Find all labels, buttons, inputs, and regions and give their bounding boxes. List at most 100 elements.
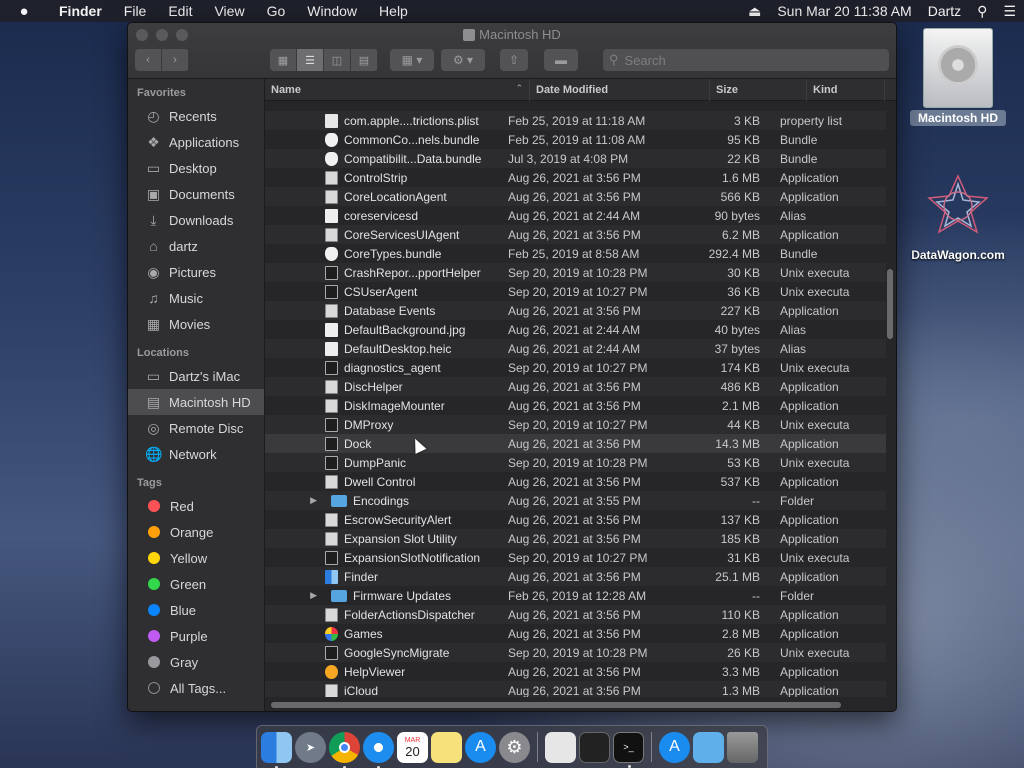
- table-row[interactable]: DefaultDesktop.heic Aug 26, 2021 at 2:44 …: [265, 339, 886, 358]
- dock-system-preferences-icon[interactable]: ⚙: [499, 731, 530, 763]
- notification-center-icon[interactable]: ☰: [995, 3, 1024, 20]
- sidebar-item-dartz[interactable]: ⌂ dartz: [128, 233, 264, 259]
- sidebar-item-all-tags[interactable]: All Tags...: [128, 675, 264, 701]
- column-kind[interactable]: Kind: [807, 78, 885, 101]
- table-row[interactable]: CommonCo...nels.bundle Feb 25, 2019 at 11…: [265, 130, 886, 149]
- dock-activity-monitor-icon[interactable]: [579, 731, 610, 763]
- horizontal-scrollbar[interactable]: [271, 702, 841, 708]
- sidebar-item-music[interactable]: ♫ Music: [128, 285, 264, 311]
- dock-textedit-icon[interactable]: [545, 731, 576, 763]
- icon-view-button[interactable]: ▦: [270, 49, 297, 71]
- table-row[interactable]: DiscHelper Aug 26, 2021 at 3:56 PM 486 KB A…: [265, 377, 886, 396]
- disclosure-triangle-icon[interactable]: ▶: [265, 495, 325, 506]
- window-titlebar[interactable]: Macintosh HD ‹ › ▦ ☰ ◫ ▤ ▦ ▾ ⚙ ▾ ⇧ ▬ ⚲ S…: [128, 23, 896, 79]
- table-row[interactable]: com.apple....trictions.plist Feb 25, 2019…: [265, 111, 886, 130]
- sidebar-item-tag-purple[interactable]: Purple: [128, 623, 264, 649]
- desktop-macintosh-hd[interactable]: Macintosh HD: [910, 28, 1006, 126]
- table-row[interactable]: ExpansionSlotNotification Sep 20, 2019 at…: [265, 548, 886, 567]
- action-button[interactable]: ⚙ ▾: [441, 49, 485, 71]
- table-row[interactable]: iCloud Aug 26, 2021 at 3:56 PM 1.3 MB Appli…: [265, 681, 886, 697]
- table-row[interactable]: CoreServicesUIAgent Aug 26, 2021 at 3:56 …: [265, 225, 886, 244]
- group-by-button[interactable]: ▦ ▾: [390, 49, 434, 71]
- sidebar-item-pictures[interactable]: ◉ Pictures: [128, 259, 264, 285]
- desktop-datawagon[interactable]: DataWagon.com: [902, 168, 1014, 262]
- tags-button[interactable]: ▬: [544, 49, 578, 71]
- dock-terminal-icon[interactable]: >_: [613, 731, 644, 768]
- table-row[interactable]: Games Aug 26, 2021 at 3:56 PM 2.8 MB Applic…: [265, 624, 886, 643]
- dock-safari-icon[interactable]: [363, 731, 394, 768]
- table-row[interactable]: DMProxy Sep 20, 2019 at 10:27 PM 44 KB Unix…: [265, 415, 886, 434]
- menu-file[interactable]: File: [113, 3, 158, 19]
- table-row[interactable]: CoreLocationAgent Aug 26, 2021 at 3:56 PM…: [265, 187, 886, 206]
- sidebar-item-tag-blue[interactable]: Blue: [128, 597, 264, 623]
- dock-app-store-icon[interactable]: A: [465, 731, 496, 763]
- menu-help[interactable]: Help: [368, 3, 419, 19]
- dock-notes-icon[interactable]: [431, 731, 462, 763]
- table-row[interactable]: HelpViewer Aug 26, 2021 at 3:56 PM 3.3 MB A…: [265, 662, 886, 681]
- dock-trash-icon[interactable]: [727, 731, 758, 763]
- sidebar-item-remote-disc[interactable]: ◎ Remote Disc: [128, 415, 264, 441]
- table-row[interactable]: FolderActionsDispatcher Aug 26, 2021 at 3…: [265, 605, 886, 624]
- vertical-scrollbar[interactable]: [887, 269, 893, 339]
- apple-menu-icon[interactable]: ●: [0, 3, 48, 20]
- table-row[interactable]: Expansion Slot Utility Aug 26, 2021 at 3:…: [265, 529, 886, 548]
- column-size[interactable]: Size: [710, 78, 807, 101]
- gallery-view-button[interactable]: ▤: [351, 49, 378, 71]
- table-row[interactable]: DumpPanic Sep 20, 2019 at 10:28 PM 53 KB Un…: [265, 453, 886, 472]
- menu-clock[interactable]: Sun Mar 20 11:38 AM: [769, 3, 919, 19]
- share-button[interactable]: ⇧: [500, 49, 528, 71]
- table-row[interactable]: Compatibilit...Data.bundle Jul 3, 2019 at…: [265, 149, 886, 168]
- table-row[interactable]: ▶ Firmware Updates Feb 26, 2019 at 12:28 A…: [265, 586, 886, 605]
- sidebar-item-documents[interactable]: ▣ Documents: [128, 181, 264, 207]
- menu-edit[interactable]: Edit: [157, 3, 203, 19]
- forward-button[interactable]: ›: [162, 49, 189, 71]
- sidebar-item-movies[interactable]: ▦ Movies: [128, 311, 264, 337]
- menu-window[interactable]: Window: [296, 3, 368, 19]
- dock-downloads-folder-icon[interactable]: [693, 731, 724, 763]
- dock-calendar-icon[interactable]: MAR 20: [397, 731, 428, 763]
- table-row[interactable]: diagnostics_agent Sep 20, 2019 at 10:27 P…: [265, 358, 886, 377]
- table-row[interactable]: CSUserAgent Sep 20, 2019 at 10:27 PM 36 KB…: [265, 282, 886, 301]
- spotlight-icon[interactable]: ⚲: [969, 3, 995, 20]
- sidebar-item-dartz-imac[interactable]: ▭ Dartz's iMac: [128, 363, 264, 389]
- table-row[interactable]: CrashRepor...pportHelper Sep 20, 2019 at …: [265, 263, 886, 282]
- menu-view[interactable]: View: [203, 3, 255, 19]
- table-row[interactable]: GoogleSyncMigrate Sep 20, 2019 at 10:28 P…: [265, 643, 886, 662]
- table-row[interactable]: ControlStrip Aug 26, 2021 at 3:56 PM 1.6 M…: [265, 168, 886, 187]
- table-row[interactable]: Dwell Control Aug 26, 2021 at 3:56 PM 537 …: [265, 472, 886, 491]
- back-button[interactable]: ‹: [135, 49, 162, 71]
- sidebar-item-tag-orange[interactable]: Orange: [128, 519, 264, 545]
- table-row[interactable]: Database Events Aug 26, 2021 at 3:56 PM 22…: [265, 301, 886, 320]
- eject-icon[interactable]: ⏏: [740, 3, 769, 20]
- table-row[interactable]: CoreTypes.bundle Feb 25, 2019 at 8:58 AM 2…: [265, 244, 886, 263]
- column-name[interactable]: Name ˆ: [265, 78, 530, 101]
- sidebar-item-applications[interactable]: ❖ Applications: [128, 129, 264, 155]
- menu-user[interactable]: Dartz: [920, 3, 969, 19]
- table-row-partial[interactable]: [265, 101, 886, 111]
- sidebar-item-network[interactable]: 🌐 Network: [128, 441, 264, 467]
- sidebar-item-recents[interactable]: ◴ Recents: [128, 103, 264, 129]
- dock-finder-icon[interactable]: [261, 731, 292, 768]
- dock-chrome-icon[interactable]: [329, 731, 360, 768]
- search-field[interactable]: ⚲ Search: [603, 49, 889, 71]
- table-row[interactable]: DiskImageMounter Aug 26, 2021 at 3:56 PM 2…: [265, 396, 886, 415]
- dock-app-store-download-icon[interactable]: A: [659, 731, 690, 763]
- dock-launchpad-icon[interactable]: ➤: [295, 731, 326, 763]
- table-row[interactable]: Dock Aug 26, 2021 at 3:56 PM 14.3 MB Applic…: [265, 434, 886, 453]
- table-row[interactable]: coreservicesd Aug 26, 2021 at 2:44 AM 90 b…: [265, 206, 886, 225]
- list-view-button[interactable]: ☰: [297, 49, 324, 71]
- table-row[interactable]: ▶ Encodings Aug 26, 2021 at 3:55 PM -- Folde…: [265, 491, 886, 510]
- table-row[interactable]: DefaultBackground.jpg Aug 26, 2021 at 2:4…: [265, 320, 886, 339]
- menu-app-finder[interactable]: Finder: [48, 3, 113, 19]
- menu-go[interactable]: Go: [256, 3, 297, 19]
- sidebar-item-tag-yellow[interactable]: Yellow: [128, 545, 264, 571]
- column-view-button[interactable]: ◫: [324, 49, 351, 71]
- sidebar-item-downloads[interactable]: ⤓ Downloads: [128, 207, 264, 233]
- sidebar-item-tag-gray[interactable]: Gray: [128, 649, 264, 675]
- sidebar-item-tag-green[interactable]: Green: [128, 571, 264, 597]
- sidebar-item-tag-red[interactable]: Red: [128, 493, 264, 519]
- column-date[interactable]: Date Modified: [530, 78, 710, 101]
- sidebar-item-macintosh-hd[interactable]: ▤ Macintosh HD: [128, 389, 264, 415]
- table-row[interactable]: EscrowSecurityAlert Aug 26, 2021 at 3:56 …: [265, 510, 886, 529]
- sidebar-item-desktop[interactable]: ▭ Desktop: [128, 155, 264, 181]
